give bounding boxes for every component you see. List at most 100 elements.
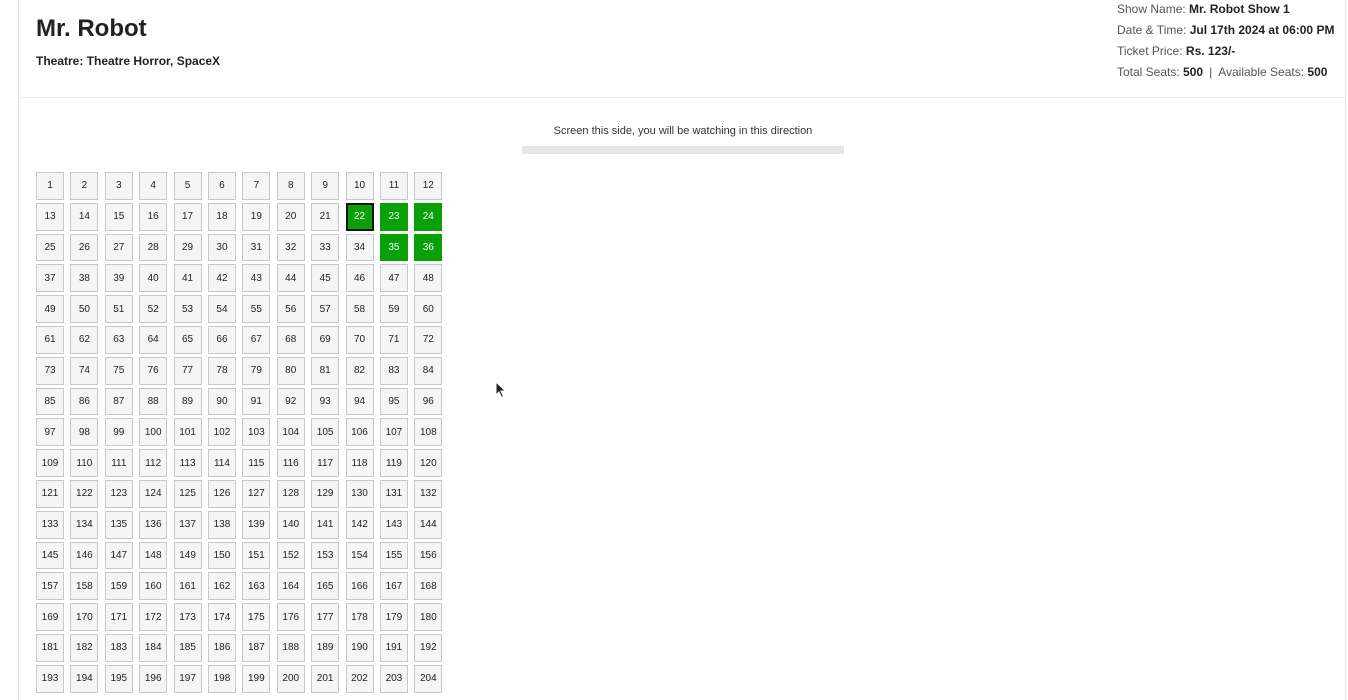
seat-1[interactable]: 1 — [36, 172, 64, 200]
seat-201[interactable]: 201 — [311, 664, 340, 693]
seat-90[interactable]: 90 — [207, 387, 236, 416]
seat-126[interactable]: 126 — [207, 479, 236, 508]
seat-136[interactable]: 136 — [139, 510, 168, 539]
seat-177[interactable]: 177 — [311, 603, 340, 631]
seat-166[interactable]: 166 — [345, 572, 374, 601]
seat-38[interactable]: 38 — [70, 264, 99, 293]
seat-130[interactable]: 130 — [345, 479, 374, 508]
seat-178[interactable]: 178 — [345, 603, 374, 631]
seat-94[interactable]: 94 — [345, 387, 374, 416]
seat-180[interactable]: 180 — [414, 603, 443, 631]
seat-69[interactable]: 69 — [311, 325, 340, 354]
seat-159[interactable]: 159 — [104, 572, 133, 601]
seat-191[interactable]: 191 — [379, 633, 408, 662]
seat-33[interactable]: 33 — [311, 233, 340, 262]
seat-101[interactable]: 101 — [173, 418, 202, 447]
seat-198[interactable]: 198 — [207, 664, 236, 693]
seat-111[interactable]: 111 — [104, 449, 133, 477]
seat-17[interactable]: 17 — [173, 202, 202, 231]
seat-5[interactable]: 5 — [173, 172, 202, 200]
seat-21[interactable]: 21 — [311, 202, 340, 231]
seat-145[interactable]: 145 — [36, 541, 64, 570]
seat-154[interactable]: 154 — [345, 541, 374, 570]
seat-156[interactable]: 156 — [414, 541, 443, 570]
seat-102[interactable]: 102 — [207, 418, 236, 447]
seat-36[interactable]: 36 — [414, 233, 443, 262]
seat-31[interactable]: 31 — [242, 233, 271, 262]
seat-142[interactable]: 142 — [345, 510, 374, 539]
seat-151[interactable]: 151 — [242, 541, 271, 570]
seat-7[interactable]: 7 — [242, 172, 271, 200]
seat-83[interactable]: 83 — [379, 356, 408, 385]
seat-3[interactable]: 3 — [104, 172, 133, 200]
seat-66[interactable]: 66 — [207, 325, 236, 354]
seat-25[interactable]: 25 — [36, 233, 64, 262]
seat-12[interactable]: 12 — [414, 172, 443, 200]
seat-2[interactable]: 2 — [70, 172, 99, 200]
seat-199[interactable]: 199 — [242, 664, 271, 693]
seat-22[interactable]: 22 — [345, 202, 374, 231]
seat-127[interactable]: 127 — [242, 479, 271, 508]
seat-29[interactable]: 29 — [173, 233, 202, 262]
seat-85[interactable]: 85 — [36, 387, 64, 416]
seat-185[interactable]: 185 — [173, 633, 202, 662]
seat-44[interactable]: 44 — [276, 264, 305, 293]
seat-42[interactable]: 42 — [207, 264, 236, 293]
seat-124[interactable]: 124 — [139, 479, 168, 508]
seat-70[interactable]: 70 — [345, 325, 374, 354]
seat-173[interactable]: 173 — [173, 603, 202, 631]
seat-114[interactable]: 114 — [207, 449, 236, 477]
seat-182[interactable]: 182 — [70, 633, 99, 662]
seat-6[interactable]: 6 — [207, 172, 236, 200]
seat-150[interactable]: 150 — [207, 541, 236, 570]
seat-158[interactable]: 158 — [70, 572, 99, 601]
seat-119[interactable]: 119 — [379, 449, 408, 477]
seat-120[interactable]: 120 — [414, 449, 443, 477]
seat-48[interactable]: 48 — [414, 264, 443, 293]
seat-92[interactable]: 92 — [276, 387, 305, 416]
seat-79[interactable]: 79 — [242, 356, 271, 385]
seat-65[interactable]: 65 — [173, 325, 202, 354]
seat-121[interactable]: 121 — [36, 479, 64, 508]
seat-43[interactable]: 43 — [242, 264, 271, 293]
seat-197[interactable]: 197 — [173, 664, 202, 693]
seat-155[interactable]: 155 — [379, 541, 408, 570]
seat-30[interactable]: 30 — [207, 233, 236, 262]
seat-71[interactable]: 71 — [379, 325, 408, 354]
seat-176[interactable]: 176 — [276, 603, 305, 631]
seat-117[interactable]: 117 — [311, 449, 340, 477]
seat-146[interactable]: 146 — [70, 541, 99, 570]
seat-141[interactable]: 141 — [311, 510, 340, 539]
seat-61[interactable]: 61 — [36, 325, 64, 354]
seat-175[interactable]: 175 — [242, 603, 271, 631]
seat-192[interactable]: 192 — [414, 633, 443, 662]
seat-204[interactable]: 204 — [414, 664, 443, 693]
seat-138[interactable]: 138 — [207, 510, 236, 539]
seat-9[interactable]: 9 — [311, 172, 340, 200]
seat-81[interactable]: 81 — [311, 356, 340, 385]
seat-122[interactable]: 122 — [70, 479, 99, 508]
seat-110[interactable]: 110 — [70, 449, 99, 477]
seat-135[interactable]: 135 — [104, 510, 133, 539]
seat-59[interactable]: 59 — [379, 295, 408, 323]
seat-76[interactable]: 76 — [139, 356, 168, 385]
seat-179[interactable]: 179 — [379, 603, 408, 631]
seat-10[interactable]: 10 — [345, 172, 374, 200]
seat-35[interactable]: 35 — [379, 233, 408, 262]
seat-63[interactable]: 63 — [104, 325, 133, 354]
seat-47[interactable]: 47 — [379, 264, 408, 293]
seat-190[interactable]: 190 — [345, 633, 374, 662]
seat-200[interactable]: 200 — [276, 664, 305, 693]
seat-118[interactable]: 118 — [345, 449, 374, 477]
seat-163[interactable]: 163 — [242, 572, 271, 601]
seat-51[interactable]: 51 — [104, 295, 133, 323]
seat-19[interactable]: 19 — [242, 202, 271, 231]
seat-115[interactable]: 115 — [242, 449, 271, 477]
seat-125[interactable]: 125 — [173, 479, 202, 508]
seat-82[interactable]: 82 — [345, 356, 374, 385]
seat-133[interactable]: 133 — [36, 510, 64, 539]
seat-39[interactable]: 39 — [104, 264, 133, 293]
seat-167[interactable]: 167 — [379, 572, 408, 601]
seat-91[interactable]: 91 — [242, 387, 271, 416]
seat-88[interactable]: 88 — [139, 387, 168, 416]
